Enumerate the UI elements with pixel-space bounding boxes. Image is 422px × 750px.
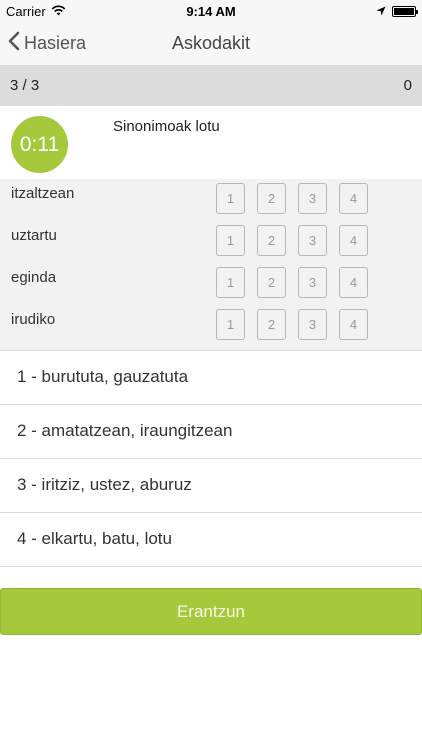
option-box-1[interactable]: 1 [216, 183, 245, 214]
answer-item: 3 - iritziz, ustez, aburuz [0, 459, 422, 513]
match-word: eginda [11, 269, 57, 286]
status-time: 9:14 AM [186, 4, 236, 19]
match-row: itzaltzean 1 2 3 4 [0, 179, 422, 221]
option-box-3[interactable]: 3 [298, 225, 327, 256]
question-header: 0:11 Sinonimoak lotu [0, 106, 422, 179]
question-counter: 3 / 3 [10, 77, 40, 94]
option-box-2[interactable]: 2 [257, 225, 286, 256]
option-box-4[interactable]: 4 [339, 267, 368, 298]
match-word: irudiko [11, 311, 56, 328]
location-arrow-icon [376, 4, 386, 19]
status-bar: Carrier 9:14 AM [0, 0, 422, 22]
option-box-1[interactable]: 1 [216, 309, 245, 340]
back-button[interactable]: Hasiera [8, 31, 86, 56]
option-box-3[interactable]: 3 [298, 309, 327, 340]
option-box-3[interactable]: 3 [298, 267, 327, 298]
answers-list: 1 - burututa, gauzatuta 2 - amatatzean, … [0, 351, 422, 567]
match-grid: itzaltzean 1 2 3 4 uztartu 1 2 3 4 egind… [0, 179, 422, 351]
question-title: Sinonimoak lotu [113, 118, 220, 135]
answer-item: 1 - burututa, gauzatuta [0, 351, 422, 405]
battery-fill [394, 8, 414, 15]
option-box-1[interactable]: 1 [216, 267, 245, 298]
back-label: Hasiera [24, 33, 87, 53]
match-row: irudiko 1 2 3 4 [0, 305, 422, 347]
option-box-2[interactable]: 2 [257, 309, 286, 340]
option-box-4[interactable]: 4 [339, 309, 368, 340]
match-row: uztartu 1 2 3 4 [0, 221, 422, 263]
battery-icon [392, 6, 418, 17]
score: 0 [403, 77, 412, 94]
match-word: itzaltzean [11, 185, 75, 202]
answer-item: 4 - elkartu, batu, lotu [0, 513, 422, 567]
nav-bar: Hasiera Askodakit [0, 22, 422, 66]
answer-item: 2 - amatatzean, iraungitzean [0, 405, 422, 459]
timer-badge: 0:11 [11, 116, 68, 173]
option-box-2[interactable]: 2 [257, 183, 286, 214]
option-box-2[interactable]: 2 [257, 267, 286, 298]
option-box-4[interactable]: 4 [339, 225, 368, 256]
progress-row: 3 / 3 0 [0, 66, 422, 106]
status-right [376, 4, 418, 19]
submit-button[interactable]: Erantzun [0, 588, 422, 635]
match-row: eginda 1 2 3 4 [0, 263, 422, 305]
chevron-left-icon [8, 31, 20, 56]
option-box-3[interactable]: 3 [298, 183, 327, 214]
match-word: uztartu [11, 227, 57, 244]
option-box-4[interactable]: 4 [339, 183, 368, 214]
option-box-1[interactable]: 1 [216, 225, 245, 256]
